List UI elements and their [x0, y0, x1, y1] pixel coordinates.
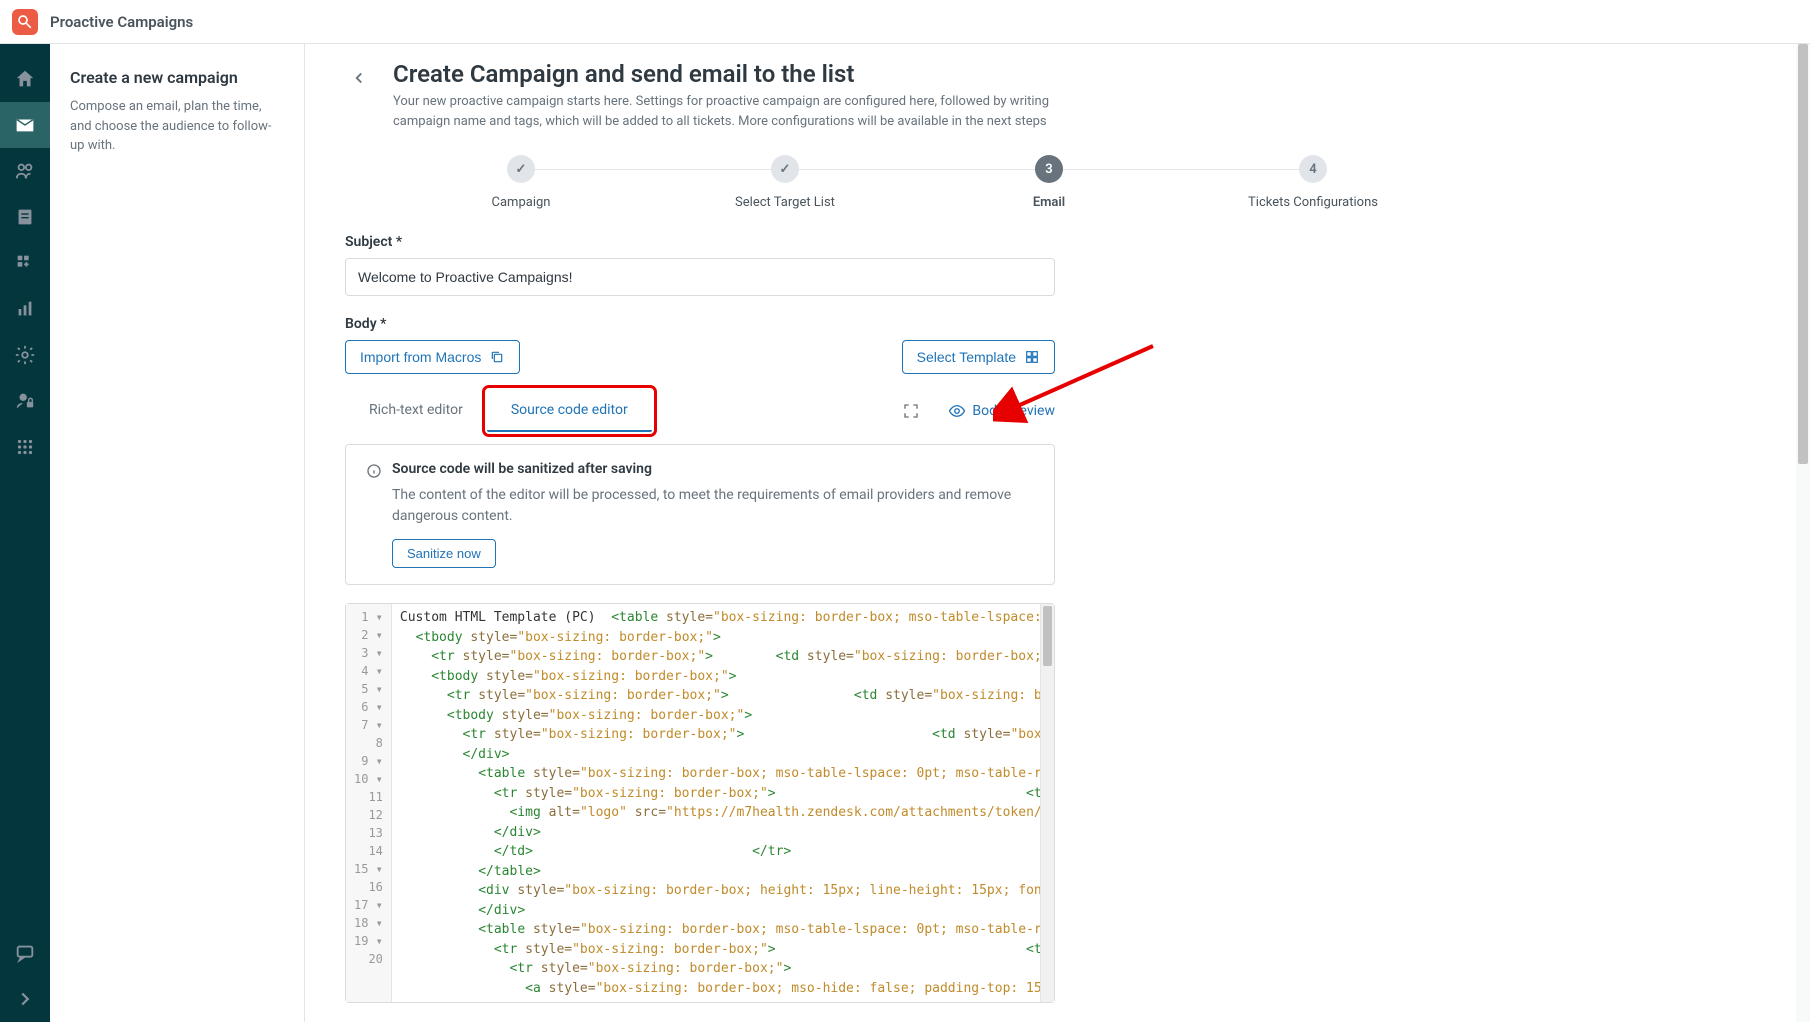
- step-label-3: Email: [1033, 195, 1065, 210]
- line-number: 2 ▾: [346, 626, 391, 644]
- nav-page[interactable]: [0, 194, 50, 240]
- code-editor[interactable]: 1 ▾2 ▾3 ▾4 ▾5 ▾6 ▾7 ▾8 9 ▾10 ▾11 12 13 1…: [345, 603, 1055, 1003]
- nav-rail: [0, 44, 50, 1022]
- content-scrollbar[interactable]: [1796, 44, 1810, 1022]
- line-number: 17 ▾: [346, 896, 391, 914]
- tab-source-code[interactable]: Source code editor: [487, 390, 652, 432]
- line-number: 8: [346, 734, 391, 752]
- line-number: 11: [346, 788, 391, 806]
- app-logo: [12, 9, 38, 35]
- line-number: 18 ▾: [346, 914, 391, 932]
- body-preview-button[interactable]: Body preview: [948, 402, 1055, 420]
- nav-expand[interactable]: [0, 976, 50, 1022]
- code-scrollbar[interactable]: [1040, 604, 1054, 1002]
- line-number: 1 ▾: [346, 608, 391, 626]
- step-label-4: Tickets Configurations: [1248, 195, 1378, 210]
- line-number: 13: [346, 824, 391, 842]
- body-preview-label: Body preview: [972, 403, 1055, 419]
- import-macros-button[interactable]: Import from Macros: [345, 340, 520, 374]
- line-number: 3 ▾: [346, 644, 391, 662]
- nav-chat[interactable]: [0, 930, 50, 976]
- topbar: Proactive Campaigns: [0, 0, 1810, 44]
- info-title: Source code will be sanitized after savi…: [392, 461, 652, 477]
- step-circle-3[interactable]: 3: [1035, 155, 1063, 183]
- step-label-2: Select Target List: [735, 195, 835, 210]
- line-number: 9 ▾: [346, 752, 391, 770]
- line-number: 19 ▾: [346, 932, 391, 950]
- fullscreen-button[interactable]: [902, 402, 920, 420]
- select-template-label: Select Template: [917, 349, 1016, 365]
- nav-grid-add[interactable]: [0, 240, 50, 286]
- stepper: Campaign Select Target List 3 Email 4 Tickets…: [389, 155, 1445, 210]
- sidepanel-title: Create a new campaign: [70, 68, 284, 87]
- nav-home[interactable]: [0, 56, 50, 102]
- step-circle-2[interactable]: [771, 155, 799, 183]
- sidepanel-description: Compose an email, plan the time, and cho…: [70, 97, 284, 156]
- back-button[interactable]: [345, 64, 373, 92]
- line-number: 16: [346, 878, 391, 896]
- line-number: 5 ▾: [346, 680, 391, 698]
- import-macros-label: Import from Macros: [360, 349, 481, 365]
- app-title: Proactive Campaigns: [50, 13, 193, 31]
- line-number: 6 ▾: [346, 698, 391, 716]
- step-label-1: Campaign: [492, 195, 551, 210]
- line-number: 20: [346, 950, 391, 968]
- editor-tabs: Rich-text editor Source code editor: [345, 390, 652, 432]
- grid-icon: [1024, 349, 1040, 365]
- nav-apps[interactable]: [0, 424, 50, 470]
- line-number: 4 ▾: [346, 662, 391, 680]
- code-body[interactable]: Custom HTML Template (PC) <table style="…: [392, 604, 1040, 1002]
- code-scrollbar-thumb[interactable]: [1043, 606, 1052, 666]
- body-label: Body *: [345, 316, 1055, 332]
- nav-people[interactable]: [0, 148, 50, 194]
- subject-input[interactable]: [345, 258, 1055, 296]
- tab-rich-text[interactable]: Rich-text editor: [345, 390, 487, 432]
- page-description: Your new proactive campaign starts here.…: [393, 92, 1073, 131]
- sidepanel: Create a new campaign Compose an email, …: [50, 44, 305, 1022]
- line-number: 12: [346, 806, 391, 824]
- eye-icon: [948, 402, 966, 420]
- code-gutter: 1 ▾2 ▾3 ▾4 ▾5 ▾6 ▾7 ▾8 9 ▾10 ▾11 12 13 1…: [346, 604, 392, 1002]
- content-scrollbar-thumb[interactable]: [1798, 44, 1808, 464]
- nav-stats[interactable]: [0, 286, 50, 332]
- step-circle-4[interactable]: 4: [1299, 155, 1327, 183]
- subject-label: Subject *: [345, 234, 1055, 250]
- sanitize-info-box: Source code will be sanitized after savi…: [345, 444, 1055, 585]
- info-description: The content of the editor will be proces…: [392, 485, 1034, 527]
- nav-user-lock[interactable]: [0, 378, 50, 424]
- copy-icon: [489, 349, 505, 365]
- info-icon: [366, 463, 382, 479]
- content: Create Campaign and send email to the li…: [305, 44, 1810, 1022]
- nav-settings[interactable]: [0, 332, 50, 378]
- line-number: 10 ▾: [346, 770, 391, 788]
- line-number: 15 ▾: [346, 860, 391, 878]
- nav-email[interactable]: [0, 102, 50, 148]
- line-number: 7 ▾: [346, 716, 391, 734]
- sanitize-now-button[interactable]: Sanitize now: [392, 539, 496, 568]
- page-title: Create Campaign and send email to the li…: [393, 60, 1073, 88]
- select-template-button[interactable]: Select Template: [902, 340, 1055, 374]
- line-number: 14: [346, 842, 391, 860]
- step-circle-1[interactable]: [507, 155, 535, 183]
